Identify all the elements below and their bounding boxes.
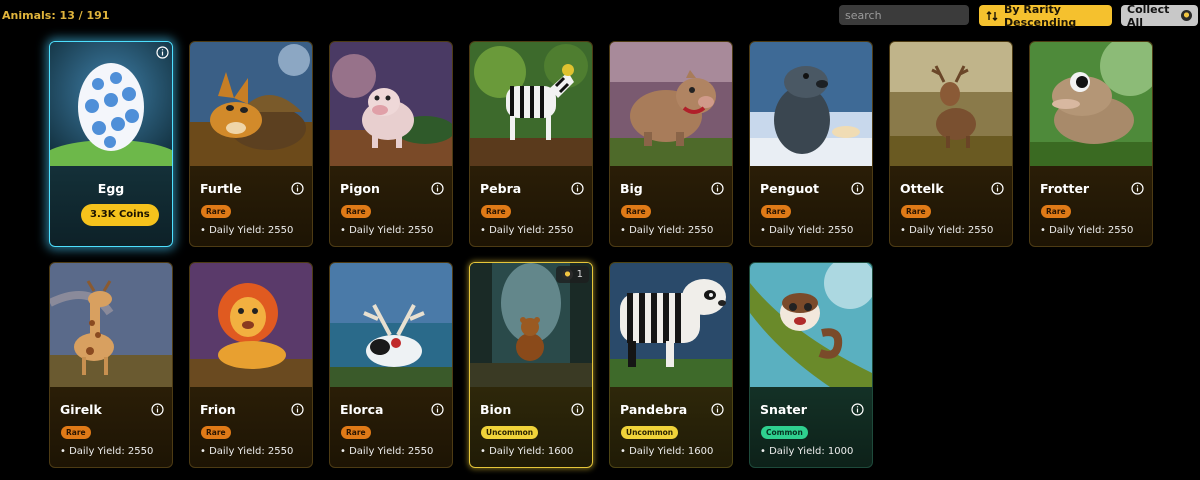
animal-card-girelk[interactable]: Girelk Rare • Daily Yield: 2550 (49, 262, 173, 468)
animal-card-frion[interactable]: Frion Rare • Daily Yield: 2550 (189, 262, 313, 468)
search-input[interactable] (839, 5, 969, 25)
rarity-badge: Rare (201, 426, 231, 439)
animal-image (330, 263, 452, 387)
animal-image (190, 263, 312, 387)
animal-image (1030, 42, 1152, 166)
animal-image (470, 42, 592, 166)
rarity-badge: Rare (1041, 205, 1071, 218)
animal-card-pigon[interactable]: Pigon Rare • Daily Yield: 2550 (329, 41, 453, 247)
daily-yield: • Daily Yield: 2550 (480, 225, 574, 236)
animal-image (50, 263, 172, 387)
animal-card-big[interactable]: Big Rare • Daily Yield: 2550 (609, 41, 733, 247)
egg-name: Egg (97, 181, 125, 196)
daily-yield: • Daily Yield: 1600 (620, 446, 714, 457)
collect-all-label: Collect All (1127, 2, 1170, 29)
info-icon[interactable] (1131, 182, 1144, 195)
animal-name: Elorca (340, 402, 384, 417)
animal-image (750, 263, 872, 387)
daily-yield: • Daily Yield: 2550 (340, 446, 434, 457)
animal-card-elorca[interactable]: Elorca Rare • Daily Yield: 2550 (329, 262, 453, 468)
rarity-badge: Rare (901, 205, 931, 218)
rarity-badge: Common (761, 426, 808, 439)
animal-name: Frion (200, 402, 236, 417)
daily-yield: • Daily Yield: 2550 (1040, 225, 1134, 236)
animal-name: Penguot (760, 181, 819, 196)
info-icon[interactable] (571, 403, 584, 416)
daily-yield: • Daily Yield: 2550 (200, 446, 294, 457)
collect-all-button[interactable]: Collect All (1121, 2, 1198, 29)
rarity-badge: Uncommon (481, 426, 539, 439)
info-icon[interactable] (991, 182, 1004, 195)
daily-yield: • Daily Yield: 2550 (60, 446, 154, 457)
animal-card-snater[interactable]: Snater Common • Daily Yield: 1000 (749, 262, 873, 468)
animal-image (610, 263, 732, 387)
animal-card-frotter[interactable]: Frotter Rare • Daily Yield: 2550 (1029, 41, 1153, 247)
top-bar: Animals: 13 / 191 By Rarity Descending C… (0, 0, 1200, 30)
animal-name: Girelk (60, 402, 102, 417)
daily-yield: • Daily Yield: 2550 (760, 225, 854, 236)
coin-icon (1181, 10, 1192, 21)
animal-image (750, 42, 872, 166)
info-icon[interactable] (291, 182, 304, 195)
animal-card-furtle[interactable]: Furtle Rare • Daily Yield: 2550 (189, 41, 313, 247)
daily-yield: • Daily Yield: 2550 (620, 225, 714, 236)
animal-card-ottelk[interactable]: Ottelk Rare • Daily Yield: 2550 (889, 41, 1013, 247)
info-icon[interactable] (291, 403, 304, 416)
egg-image (50, 42, 172, 166)
info-icon[interactable] (431, 182, 444, 195)
owned-count-value: 1 (576, 269, 583, 280)
animal-count: Animals: 13 / 191 (2, 9, 110, 22)
animal-image (610, 42, 732, 166)
daily-yield: • Daily Yield: 2550 (200, 225, 294, 236)
info-icon[interactable] (151, 403, 164, 416)
animal-image (190, 42, 312, 166)
rarity-badge: Rare (61, 426, 91, 439)
rarity-badge: Rare (201, 205, 231, 218)
animal-card-penguot[interactable]: Penguot Rare • Daily Yield: 2550 (749, 41, 873, 247)
rarity-badge: Uncommon (621, 426, 679, 439)
info-icon[interactable] (711, 182, 724, 195)
animal-name: Ottelk (900, 181, 944, 196)
animal-name: Pandebra (620, 402, 688, 417)
info-icon[interactable] (851, 182, 864, 195)
sort-arrows-icon (986, 10, 998, 21)
animal-image (330, 42, 452, 166)
rarity-badge: Rare (621, 205, 651, 218)
info-icon[interactable] (431, 403, 444, 416)
animal-image (890, 42, 1012, 166)
info-icon[interactable] (156, 46, 169, 59)
animal-name: Bion (480, 402, 512, 417)
daily-yield: • Daily Yield: 1600 (480, 446, 574, 457)
daily-yield: • Daily Yield: 1000 (760, 446, 854, 457)
rarity-badge: Rare (481, 205, 511, 218)
info-icon[interactable] (571, 182, 584, 195)
daily-yield: • Daily Yield: 2550 (340, 225, 434, 236)
rarity-badge: Rare (761, 205, 791, 218)
sort-button[interactable]: By Rarity Descending (979, 2, 1112, 29)
animal-card-pandebra[interactable]: Pandebra Uncommon • Daily Yield: 1600 (609, 262, 733, 468)
animal-card-pebra[interactable]: Pebra Rare • Daily Yield: 2550 (469, 41, 593, 247)
rarity-badge: Rare (341, 205, 371, 218)
animal-name: Pigon (340, 181, 380, 196)
animal-card-bion[interactable]: 1 Bion Uncommon • Daily Yield: 1600 (469, 262, 593, 468)
animal-name: Frotter (1040, 181, 1090, 196)
animal-name: Furtle (200, 181, 242, 196)
egg-price-button[interactable]: 3.3K Coins (81, 204, 159, 226)
animal-name: Snater (760, 402, 807, 417)
daily-yield: • Daily Yield: 2550 (900, 225, 994, 236)
info-icon[interactable] (711, 403, 724, 416)
animal-name: Big (620, 181, 643, 196)
animal-name: Pebra (480, 181, 522, 196)
owned-count: 1 (555, 266, 589, 283)
rarity-badge: Rare (341, 426, 371, 439)
sort-button-label: By Rarity Descending (1004, 2, 1077, 29)
egg-card[interactable]: Egg 3.3K Coins (49, 41, 173, 247)
info-icon[interactable] (851, 403, 864, 416)
coin-icon (561, 269, 573, 280)
